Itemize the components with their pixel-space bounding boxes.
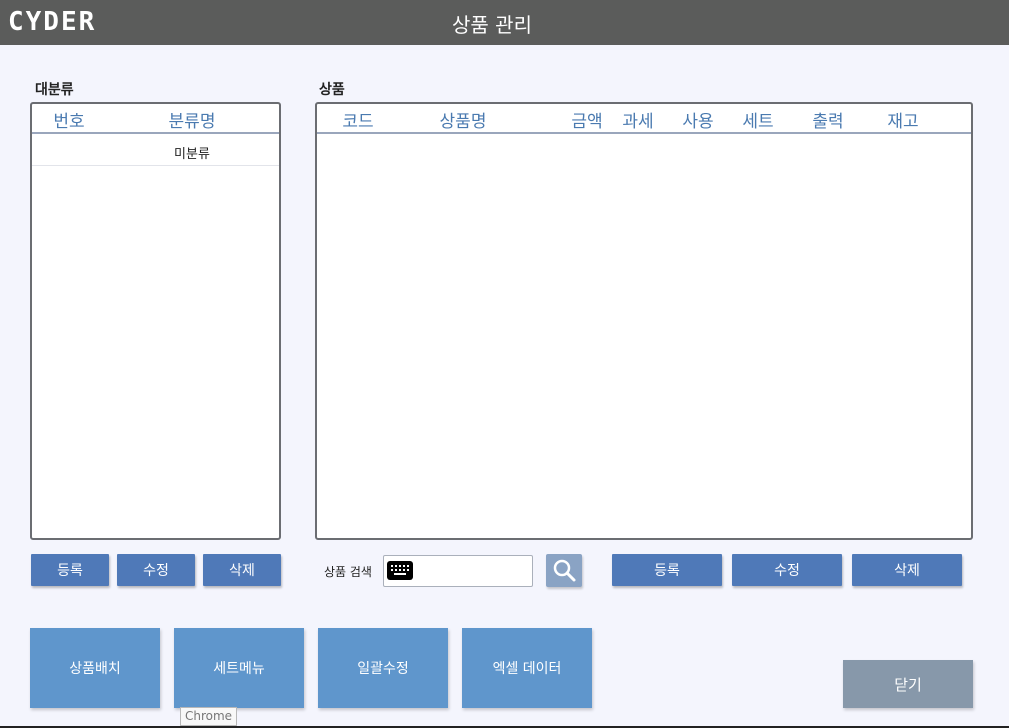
title-bar: CYDER 상품 관리 — [0, 0, 1009, 45]
keyboard-icon[interactable] — [387, 561, 413, 580]
product-register-button[interactable]: 등록 — [612, 554, 722, 586]
product-table: 코드 상품명 금액 과세 사용 세트 출력 재고 — [315, 102, 973, 540]
product-table-header: 코드 상품명 금액 과세 사용 세트 출력 재고 — [317, 104, 971, 134]
product-section-label: 상품 — [319, 82, 345, 98]
category-register-button[interactable]: 등록 — [31, 554, 109, 586]
product-delete-button[interactable]: 삭제 — [852, 554, 962, 586]
column-header-use[interactable]: 사용 — [682, 107, 713, 132]
column-header-code[interactable]: 코드 — [342, 107, 373, 132]
column-header-print[interactable]: 출력 — [812, 107, 843, 132]
column-header-stock[interactable]: 재고 — [887, 107, 918, 132]
tooltip: Chrome — [180, 707, 238, 726]
column-header-tax[interactable]: 과세 — [622, 107, 653, 132]
column-header-number[interactable]: 번호 — [53, 107, 84, 132]
search-icon — [553, 559, 576, 582]
bulk-edit-button[interactable]: 일괄수정 — [318, 628, 448, 708]
category-section-label: 대분류 — [35, 82, 74, 98]
product-edit-button[interactable]: 수정 — [732, 554, 842, 586]
category-delete-button[interactable]: 삭제 — [203, 554, 281, 586]
column-header-category-name[interactable]: 분류명 — [169, 107, 216, 132]
column-header-product-name[interactable]: 상품명 — [440, 107, 487, 132]
search-button[interactable] — [546, 554, 582, 587]
category-table-header: 번호 분류명 — [32, 104, 279, 134]
page-title: 상품 관리 — [452, 13, 532, 37]
category-row[interactable]: 미분류 — [32, 136, 279, 166]
column-header-price[interactable]: 금액 — [571, 107, 602, 132]
category-table: 번호 분류명 미분류 — [30, 102, 281, 540]
excel-data-button[interactable]: 엑셀 데이터 — [462, 628, 592, 708]
set-menu-button[interactable]: 세트메뉴 — [174, 628, 304, 708]
product-search-label: 상품 검색 — [324, 565, 372, 579]
product-placement-button[interactable]: 상품배치 — [30, 628, 160, 708]
category-edit-button[interactable]: 수정 — [117, 554, 195, 586]
column-header-set[interactable]: 세트 — [742, 107, 773, 132]
category-name-cell: 미분류 — [174, 147, 210, 162]
close-button[interactable]: 닫기 — [843, 660, 973, 708]
